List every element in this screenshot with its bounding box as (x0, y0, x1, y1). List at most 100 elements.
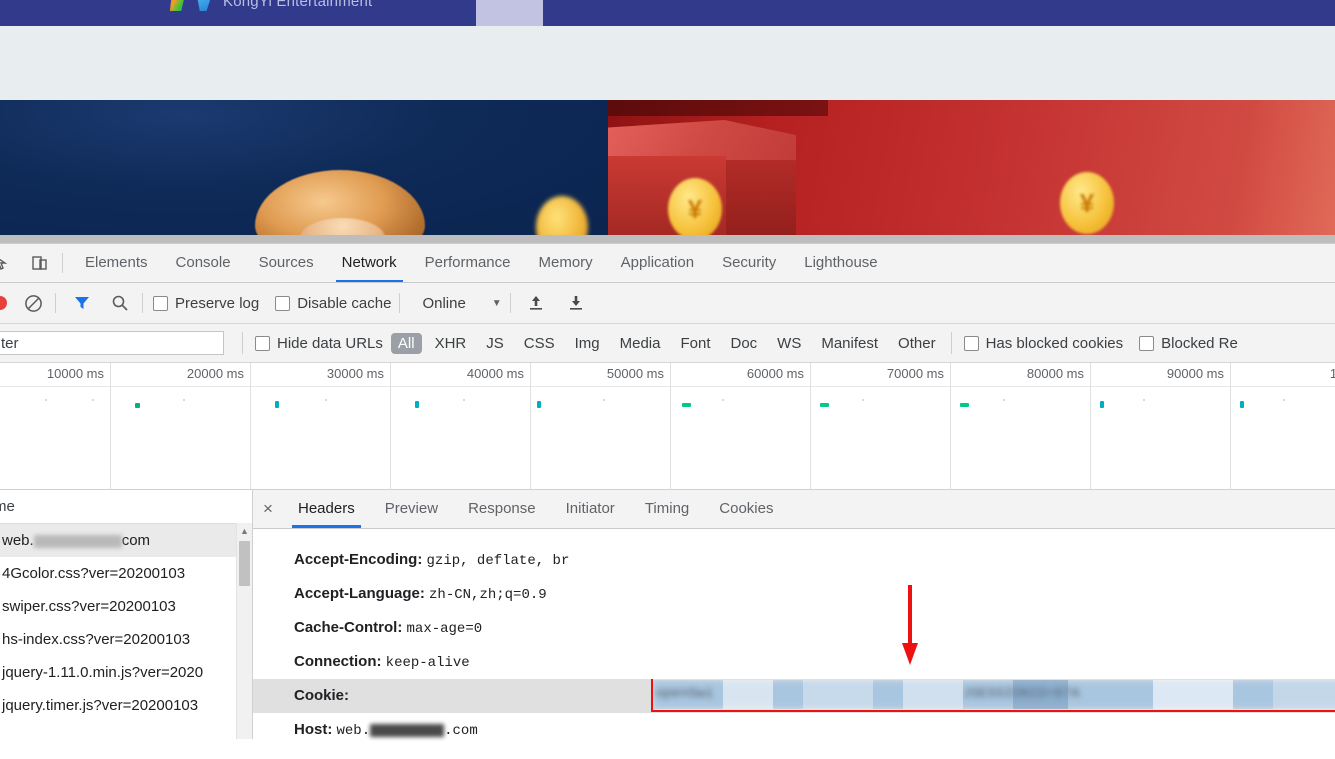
devtools-panel: Elements Console Sources Network Perform… (0, 243, 1335, 759)
header-name: Connection: (294, 653, 382, 670)
overview-tick-label: 30000 ms (326, 366, 384, 381)
request-row[interactable]: jquery-1.11.0.min.js?ver=2020 (0, 656, 252, 689)
tab-application[interactable]: Application (607, 244, 708, 282)
header-row-host[interactable]: Host: web. .com (253, 713, 1335, 747)
preserve-log-label: Preserve log (175, 294, 260, 312)
type-filter-css[interactable]: CSS (517, 333, 562, 354)
brand-logo-icon (170, 0, 186, 11)
devtools-resize-handle[interactable] (0, 235, 1335, 243)
type-filter-media[interactable]: Media (613, 333, 668, 354)
type-filter-img[interactable]: Img (568, 333, 607, 354)
blocked-requests-box-icon[interactable] (1139, 335, 1155, 351)
request-row[interactable]: hs-index.css?ver=20200103 (0, 623, 252, 656)
browser-page-viewport: KongYi Entertainment ¥ ¥ (0, 0, 1335, 243)
tab-memory[interactable]: Memory (525, 244, 607, 282)
type-filter-all[interactable]: All (390, 332, 422, 354)
toolbar-divider-5 (509, 293, 511, 313)
header-row-cookie[interactable]: Cookie: openSwi JSESSIONID=87A 4FF8 (253, 679, 1335, 713)
request-row[interactable]: 4Gcolor.css?ver=20200103 (0, 557, 252, 590)
device-toolbar-icon[interactable] (26, 249, 54, 277)
record-icon[interactable] (0, 296, 7, 310)
request-name-suffix: com (121, 532, 151, 549)
type-filter-js[interactable]: JS (479, 333, 511, 354)
clear-icon[interactable] (19, 289, 47, 317)
type-filter-xhr[interactable]: XHR (428, 333, 474, 354)
type-filter-manifest[interactable]: Manifest (814, 333, 885, 354)
detail-tab-headers[interactable]: Headers (283, 490, 370, 528)
network-toolbar: Preserve log Disable cache Online ▼ (0, 283, 1335, 324)
request-row[interactable]: swiper.css?ver=20200103 (0, 590, 252, 623)
request-list-scrollbar[interactable]: ▲ (236, 523, 252, 739)
hide-data-urls-box-icon[interactable] (255, 335, 270, 351)
network-overview-timeline[interactable]: 10000 ms 20000 ms 30000 ms 40000 ms 5000… (0, 363, 1335, 490)
request-row[interactable]: jquery.timer.js?ver=20200103 (0, 689, 252, 722)
export-har-icon[interactable] (563, 290, 589, 316)
overview-tick-label: 40000 ms (466, 366, 524, 381)
detail-tab-preview[interactable]: Preview (370, 490, 453, 528)
header-value: gzip, deflate, br (426, 553, 570, 569)
header-row-accept-language[interactable]: Accept-Language: zh-CN,zh;q=0.9 (253, 577, 1335, 611)
header-value: keep-alive (385, 655, 470, 671)
throttling-select[interactable]: Online ▼ (422, 295, 501, 312)
preserve-log-checkbox[interactable]: Preserve log (153, 295, 259, 312)
overview-gridline (110, 363, 111, 489)
overview-gridline (250, 363, 251, 489)
overview-header-rule (0, 386, 1335, 387)
scroll-up-arrow-icon[interactable]: ▲ (237, 523, 252, 538)
overview-marker (722, 399, 724, 401)
redaction-band (723, 680, 773, 709)
tab-sources[interactable]: Sources (245, 244, 328, 282)
header-row-accept-encoding[interactable]: Accept-Encoding: gzip, deflate, br (253, 543, 1335, 577)
tab-console[interactable]: Console (162, 244, 245, 282)
funnel-icon[interactable] (68, 289, 96, 317)
header-row-clipped-accept[interactable]: Accept: text/html,application/xhtml+xml,… (253, 529, 1335, 543)
banner-left-artwork (0, 100, 608, 235)
overview-marker (463, 399, 465, 401)
has-blocked-cookies-box-icon[interactable] (963, 335, 979, 351)
overview-marker (603, 399, 605, 401)
site-nav-active-item[interactable] (476, 0, 543, 26)
detail-tabbar: × Headers Preview Response Initiator Tim… (253, 490, 1335, 529)
has-blocked-cookies-checkbox[interactable]: Has blocked cookies (963, 335, 1123, 352)
banner-shadow-strip (608, 100, 828, 116)
detail-tab-timing[interactable]: Timing (630, 490, 704, 528)
detail-tab-cookies[interactable]: Cookies (704, 490, 788, 528)
disable-cache-checkbox[interactable]: Disable cache (275, 295, 391, 312)
type-filter-doc[interactable]: Doc (723, 333, 764, 354)
resource-type-filters: All XHR JS CSS Img Media Font Doc WS Man… (390, 332, 943, 354)
overview-marker (960, 403, 969, 407)
detail-tab-initiator[interactable]: Initiator (551, 490, 630, 528)
tab-performance[interactable]: Performance (411, 244, 525, 282)
headers-list: Accept: text/html,application/xhtml+xml,… (253, 529, 1335, 747)
request-list-header[interactable]: me (0, 490, 252, 524)
type-filter-font[interactable]: Font (673, 333, 717, 354)
request-row-selected[interactable]: web. com (0, 524, 252, 557)
preserve-log-box-icon[interactable] (153, 295, 168, 311)
header-row-connection[interactable]: Connection: keep-alive (253, 645, 1335, 679)
request-name-prefix: web. (2, 532, 34, 549)
request-name: jquery-1.11.0.min.js?ver=2020 (2, 664, 204, 681)
tab-elements[interactable]: Elements (71, 244, 162, 282)
hide-data-urls-checkbox[interactable]: Hide data URLs (255, 335, 383, 352)
redaction-band (1273, 680, 1335, 709)
tab-network[interactable]: Network (328, 244, 411, 282)
close-icon[interactable]: × (253, 490, 283, 528)
toolbar-divider (62, 253, 63, 273)
filter-input[interactable] (0, 331, 224, 355)
tab-security[interactable]: Security (708, 244, 790, 282)
search-icon[interactable] (106, 289, 134, 317)
import-har-icon[interactable] (523, 290, 549, 316)
type-filter-other[interactable]: Other (891, 333, 943, 354)
disable-cache-box-icon[interactable] (275, 295, 291, 311)
blocked-requests-checkbox[interactable]: Blocked Re (1139, 335, 1238, 352)
overview-marker (682, 403, 691, 407)
site-brand[interactable]: KongYi Entertainment (170, 0, 372, 14)
scrollbar-thumb[interactable] (239, 541, 250, 586)
screenshot-root: KongYi Entertainment ¥ ¥ Elements Consol… (0, 0, 1335, 759)
header-row-cache-control[interactable]: Cache-Control: max-age=0 (253, 611, 1335, 645)
tab-lighthouse[interactable]: Lighthouse (790, 244, 891, 282)
type-filter-ws[interactable]: WS (770, 333, 808, 354)
inspect-element-icon[interactable] (0, 249, 16, 277)
chevron-down-icon[interactable]: ▼ (492, 298, 502, 309)
detail-tab-response[interactable]: Response (453, 490, 551, 528)
